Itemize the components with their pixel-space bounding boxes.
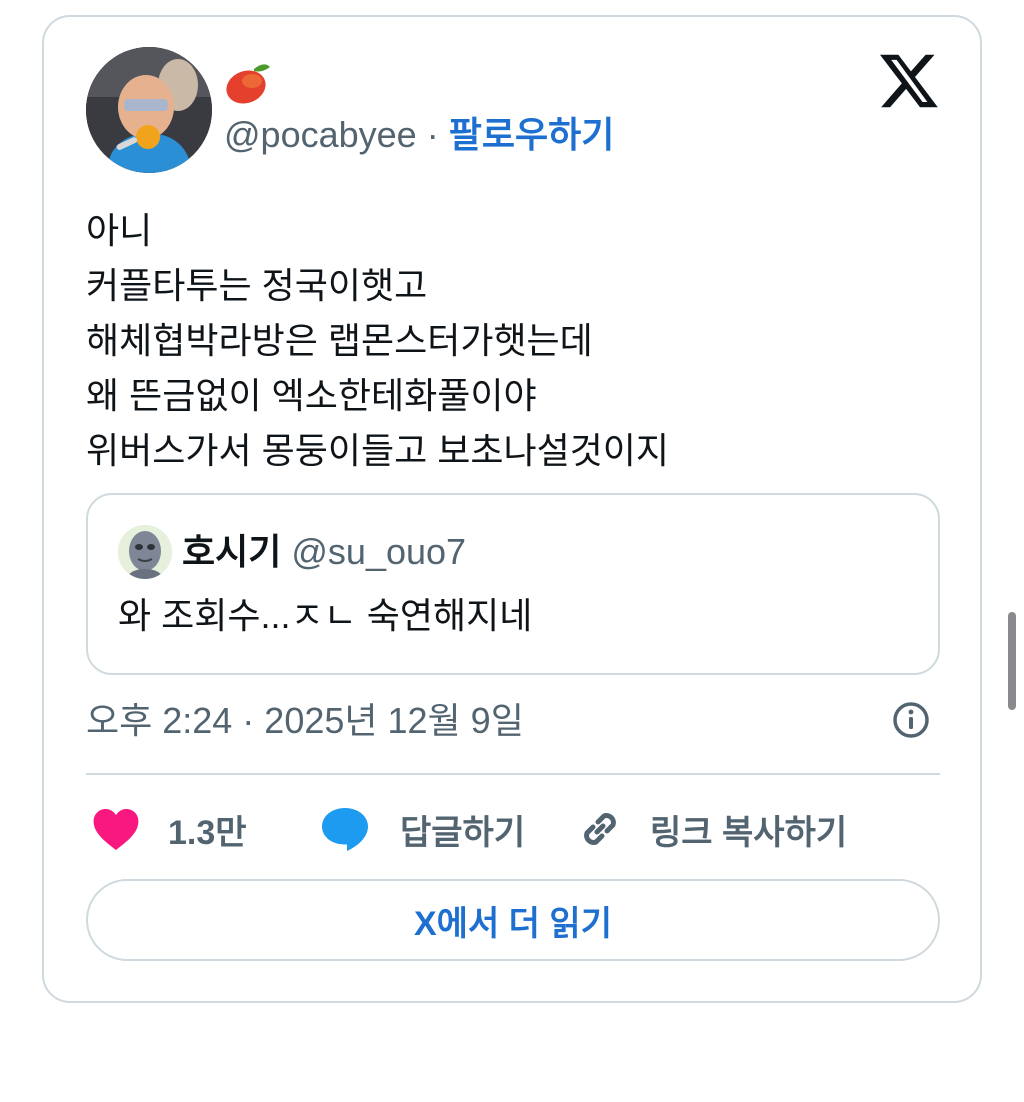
scrollbar[interactable] xyxy=(1008,612,1016,710)
mango-emoji-icon xyxy=(226,64,270,104)
tweet-text: 아니 커플타투는 정국이햇고 해체협박라방은 랩몬스터가햇는데 왜 뜬금없이 엑… xyxy=(86,203,946,478)
reply-button[interactable]: 답글하기 xyxy=(320,803,525,855)
author-handle[interactable]: @pocabyee xyxy=(224,114,417,155)
copy-link-label: 링크 복사하기 xyxy=(650,813,848,852)
follow-link[interactable]: 팔로우하기 xyxy=(449,114,615,155)
divider xyxy=(86,773,940,775)
like-button[interactable]: 1.3만 xyxy=(92,803,247,855)
quoted-tweet[interactable]: 호시기 @su_ouo7 와 조회수...ㅈㄴ 숙연해지네 xyxy=(86,493,940,675)
author-handle-row: @pocabyee · 팔로우하기 xyxy=(224,113,614,157)
heart-icon xyxy=(93,809,139,850)
copy-link-button[interactable]: 링크 복사하기 xyxy=(576,803,847,855)
tweet-text-line: 커플타투는 정국이햇고 xyxy=(86,265,428,306)
speech-bubble-icon xyxy=(322,808,368,851)
separator-dot: · xyxy=(426,114,439,155)
quoted-author-handle[interactable]: @su_ouo7 xyxy=(291,531,466,572)
tweet-timestamp[interactable]: 오후 2:24 · 2025년 12월 9일 xyxy=(86,697,524,745)
info-icon[interactable] xyxy=(892,701,930,739)
author-display-name xyxy=(224,59,274,107)
tweet-text-line: 위버스가서 몽둥이들고 보초나설것이지 xyxy=(86,430,670,471)
tweet-text-line: 왜 뜬금없이 엑소한테화풀이야 xyxy=(86,375,537,416)
x-logo-icon[interactable] xyxy=(880,53,938,109)
like-count: 1.3만 xyxy=(168,813,247,852)
quoted-author-name[interactable]: 호시기 xyxy=(182,531,281,572)
read-more-button[interactable]: X에서 더 읽기 xyxy=(86,879,940,961)
link-icon xyxy=(584,813,616,845)
quoted-tweet-text: 와 조회수...ㅈㄴ 숙연해지네 xyxy=(118,595,533,636)
quoted-author-row: 호시기 @su_ouo7 xyxy=(182,529,466,575)
tweet-text-line: 아니 xyxy=(86,210,153,251)
reply-label: 답글하기 xyxy=(400,813,526,852)
quoted-author-avatar[interactable] xyxy=(118,525,172,579)
tweet-embed-card: @pocabyee · 팔로우하기 아니 커플타투는 정국이햇고 해체협박라방은… xyxy=(42,15,982,1003)
tweet-text-line: 해체협박라방은 랩몬스터가햇는데 xyxy=(86,320,593,361)
author-avatar[interactable] xyxy=(86,47,212,173)
